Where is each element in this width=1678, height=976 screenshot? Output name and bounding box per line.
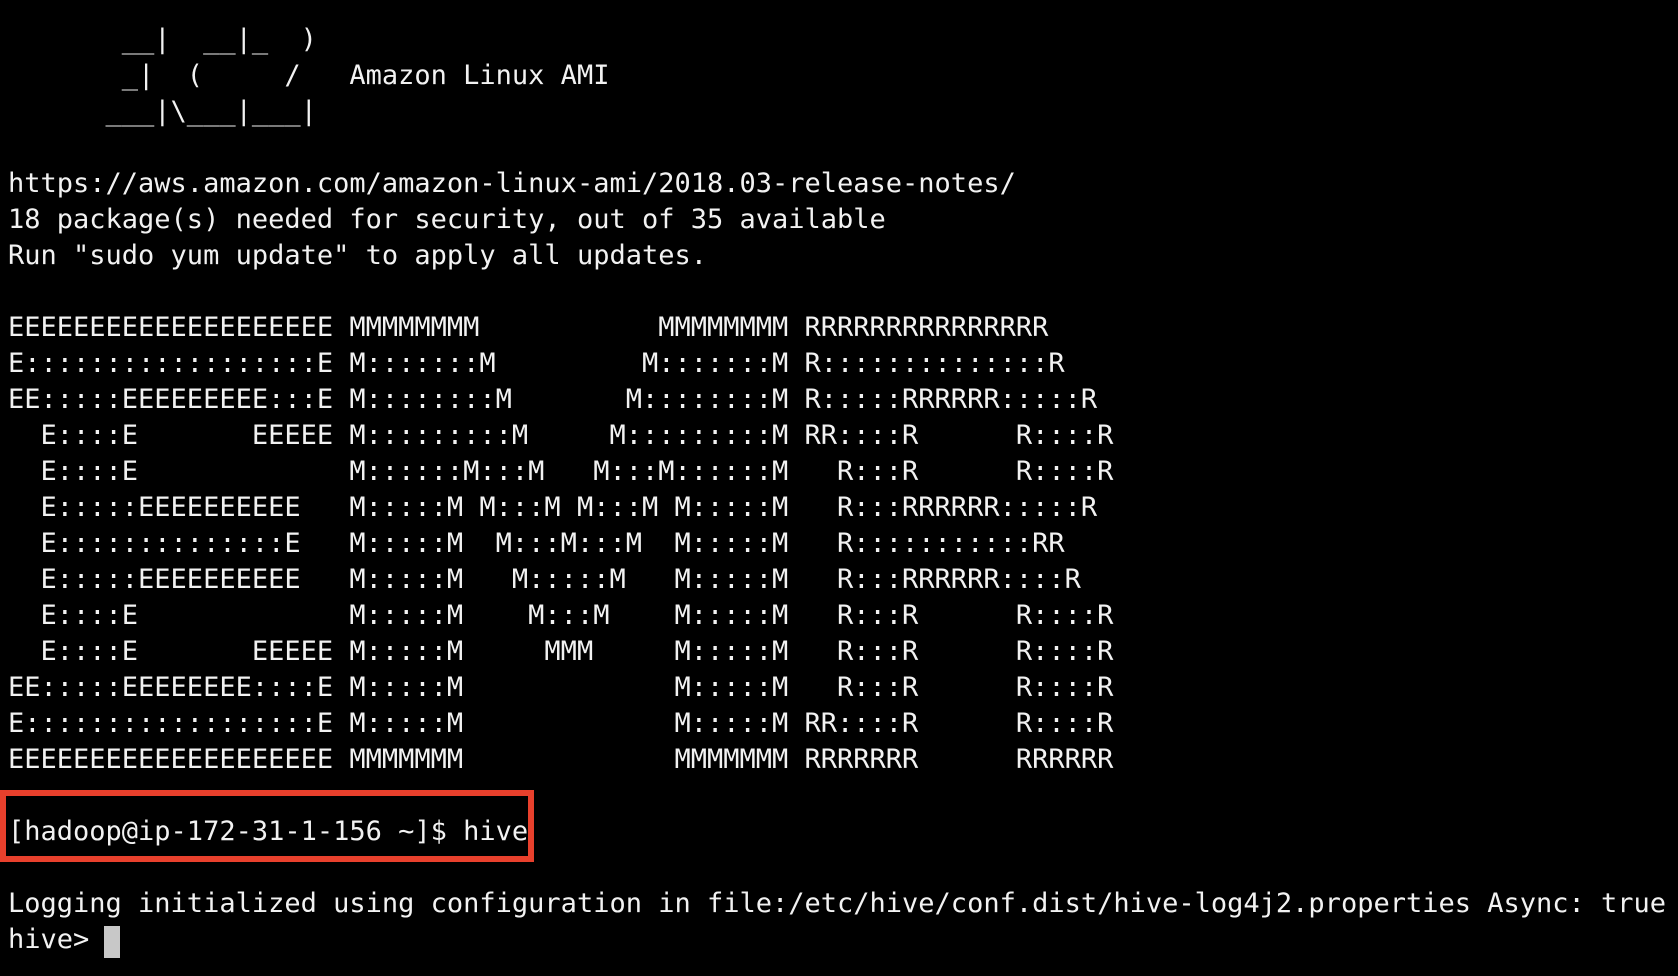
emr-logo-line: E::::E EEEEE M:::::::::M M:::::::::M RR:… xyxy=(8,420,1114,451)
banner-line: __| __|_ ) xyxy=(8,24,317,55)
emr-logo-line: E:::::EEEEEEEEEE M:::::M M:::::M M:::::M… xyxy=(8,564,1081,595)
security-updates-line: 18 package(s) needed for security, out o… xyxy=(8,204,886,235)
terminal-window[interactable]: __| __|_ ) _| ( / Amazon Linux AMI ___|\… xyxy=(0,0,1678,976)
emr-logo-line: E::::::::::::::::::E M:::::::M M:::::::M… xyxy=(8,348,1065,379)
hive-prompt[interactable]: hive> xyxy=(8,922,106,958)
emr-logo-line: EE:::::EEEEEEEE::::E M:::::M M:::::M R::… xyxy=(8,672,1114,703)
emr-logo-line: EEEEEEEEEEEEEEEEEEEE MMMMMMMM MMMMMMMM R… xyxy=(8,312,1049,343)
emr-logo-line: E::::E M:::::M M:::M M:::::M R:::R R::::… xyxy=(8,600,1114,631)
emr-logo-line: E::::::::::::::::::E M:::::M M:::::M RR:… xyxy=(8,708,1114,739)
release-notes-url: https://aws.amazon.com/amazon-linux-ami/… xyxy=(8,168,1016,199)
update-hint-line: Run "sudo yum update" to apply all updat… xyxy=(8,240,707,271)
emr-logo-line: EE:::::EEEEEEEEE:::E M::::::::M M:::::::… xyxy=(8,384,1098,415)
emr-logo-line: E::::::::::::::E M:::::M M:::M:::M M::::… xyxy=(8,528,1065,559)
hive-command-line: [hadoop@ip-172-31-1-156 ~]$ hive xyxy=(8,816,529,847)
emr-logo-line: E::::E M::::::M:::M M:::M::::::M R:::R R… xyxy=(8,456,1114,487)
emr-logo-line: E:::::EEEEEEEEEE M:::::M M:::M M:::M M::… xyxy=(8,492,1098,523)
logging-info-line: Logging initialized using configuration … xyxy=(8,888,1667,919)
text-cursor xyxy=(104,926,120,958)
emr-logo-line: E::::E EEEEE M:::::M MMM M:::::M R:::R R… xyxy=(8,636,1114,667)
banner-line: ___|\___|___| xyxy=(8,96,317,127)
banner-line: _| ( / Amazon Linux AMI xyxy=(8,60,610,91)
emr-logo-line: EEEEEEEEEEEEEEEEEEEE MMMMMMM MMMMMMM RRR… xyxy=(8,744,1114,775)
